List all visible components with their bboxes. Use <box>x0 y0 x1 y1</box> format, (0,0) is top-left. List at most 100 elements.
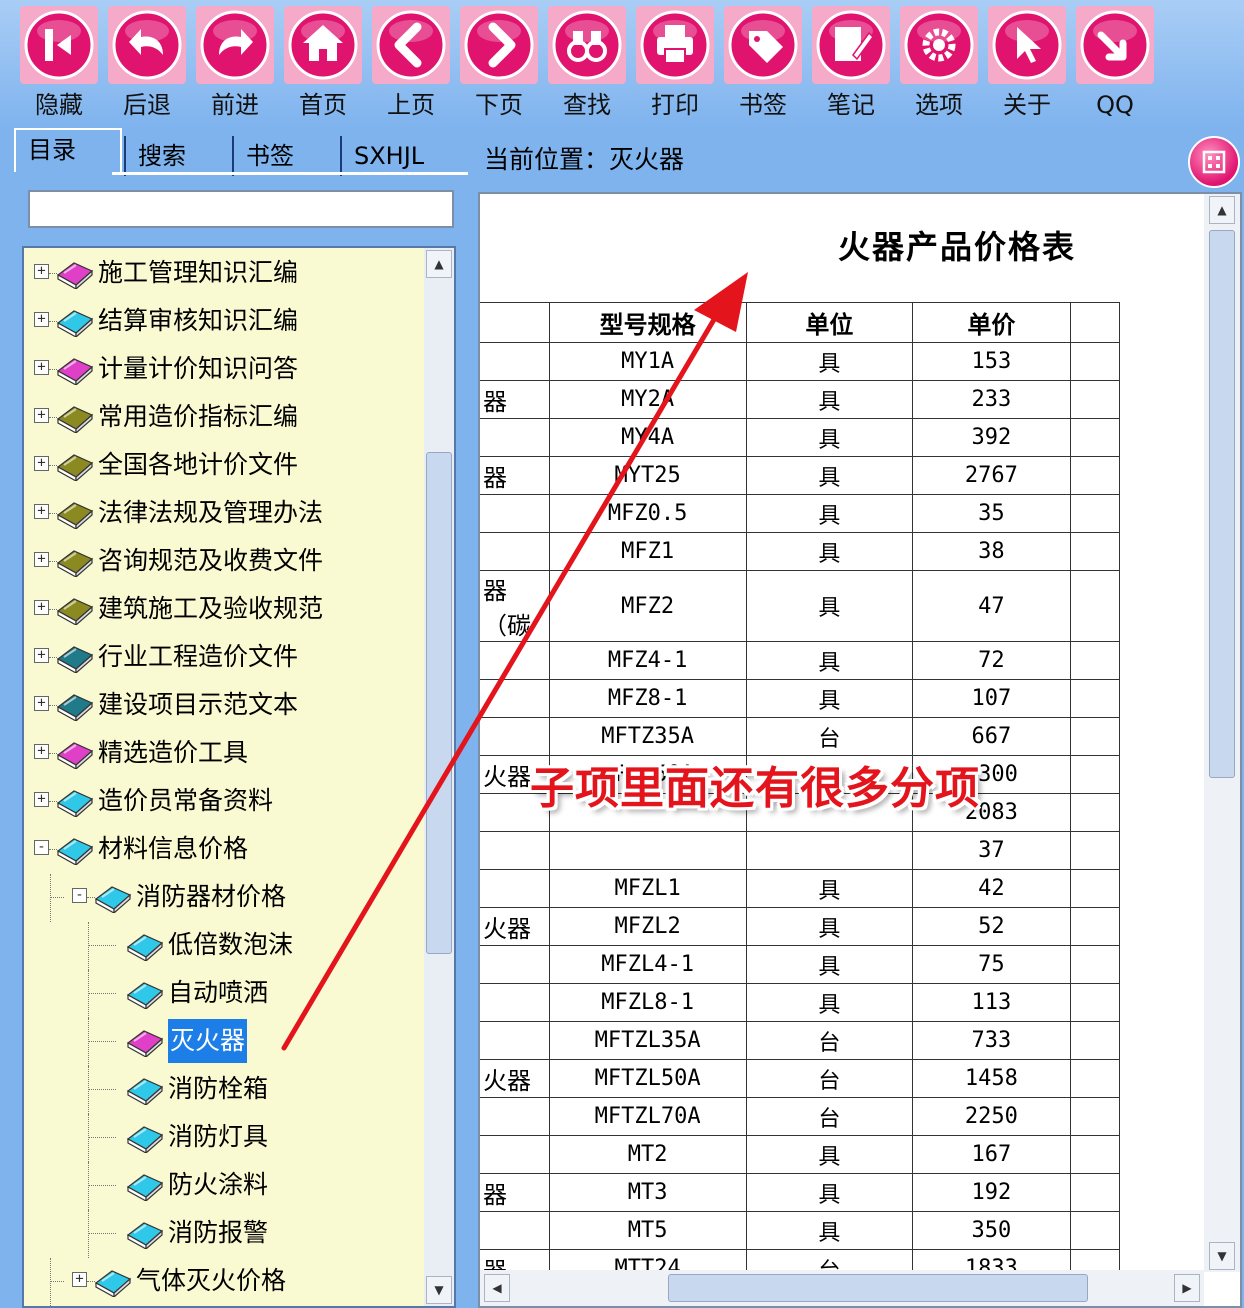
expand-icon[interactable]: + <box>34 696 49 711</box>
collapse-icon[interactable]: - <box>34 840 49 855</box>
tree-item-label: 消防报警 <box>168 1218 269 1247</box>
sync-location-button[interactable] <box>1188 136 1240 188</box>
price-cell: 733 <box>912 1021 1071 1060</box>
expand-icon[interactable]: + <box>34 456 49 471</box>
toolbar-button-12[interactable]: QQ <box>1076 6 1154 124</box>
tree-item[interactable]: 低倍数泡沫 <box>24 922 422 970</box>
tree-item[interactable]: + 行业工程造价文件 <box>24 634 422 680</box>
extra-cell <box>1069 1097 1121 1136</box>
expand-icon[interactable]: + <box>34 264 49 279</box>
tree-item[interactable]: + 计量计价知识问答 <box>24 346 422 392</box>
tree-item[interactable]: 防火涂料 <box>24 1162 422 1210</box>
tree-item[interactable]: 消防灯具 <box>24 1114 422 1162</box>
toolbar-button-9[interactable]: 笔记 <box>812 6 890 124</box>
tree-item[interactable]: + 结算审核知识汇编 <box>24 298 422 344</box>
tree-connector <box>88 1233 116 1234</box>
tree-item[interactable]: + 精选造价工具 <box>24 730 422 776</box>
doc-scroll-right-arrow[interactable]: ▶ <box>1174 1274 1200 1302</box>
expand-icon[interactable]: + <box>34 312 49 327</box>
category-cell: 器 <box>480 1173 550 1212</box>
tab-contents[interactable]: 目录 <box>14 128 122 172</box>
tree-item-label: 全国各地计价文件 <box>98 450 299 479</box>
toolbar-button-11[interactable]: 关于 <box>988 6 1066 124</box>
extra-cell <box>1069 456 1121 495</box>
binoculars-icon <box>548 6 626 84</box>
doc-scroll-down-arrow[interactable]: ▼ <box>1209 1242 1235 1270</box>
tree-connector <box>88 1210 89 1258</box>
tree-item[interactable]: + 常用造价指标汇编 <box>24 394 422 440</box>
tree-item[interactable]: + 全国各地计价文件 <box>24 442 422 488</box>
tree-item[interactable]: + 法律法规及管理办法 <box>24 490 422 536</box>
extra-cell <box>1069 1021 1121 1060</box>
toolbar-button-8[interactable]: 书签 <box>724 6 802 124</box>
toolbar-button-2[interactable]: 前进 <box>196 6 274 124</box>
category-cell <box>480 418 550 457</box>
model-cell: MT2 <box>548 1135 747 1174</box>
toolbar-button-5[interactable]: 下页 <box>460 6 538 124</box>
tree-item[interactable]: + 造价员常备资料 <box>24 778 422 824</box>
unit-cell: 具 <box>745 641 914 680</box>
expand-icon[interactable]: + <box>34 408 49 423</box>
expand-icon[interactable]: + <box>34 744 49 759</box>
navigation-panel: 目录 搜索 书签 SXHJL + 施工管理知识汇编 + 结算审核知识汇编 + 计量计价知识… <box>10 128 472 1308</box>
expand-icon[interactable]: + <box>72 1272 87 1287</box>
tree-item[interactable]: 自动喷洒 <box>24 970 422 1018</box>
table-row: 器 MY2A 具 233 <box>480 380 1121 419</box>
expand-icon[interactable]: + <box>34 360 49 375</box>
tab-sxhjl[interactable]: SXHJL <box>340 136 464 176</box>
table-row: 火器 MFZL2 具 52 <box>480 907 1121 946</box>
model-cell: MFZL4-1 <box>548 945 747 984</box>
scroll-thumb[interactable] <box>426 452 452 954</box>
toolbar-button-3[interactable]: 首页 <box>284 6 362 124</box>
toolbar-button-10[interactable]: 选项 <box>900 6 978 124</box>
price-cell: 2767 <box>912 456 1071 495</box>
tree-item[interactable]: + 建筑施工及验收规范 <box>24 586 422 632</box>
doc-hscroll-thumb[interactable] <box>668 1274 1088 1302</box>
expand-icon[interactable]: + <box>34 648 49 663</box>
doc-scroll-thumb[interactable] <box>1209 230 1235 778</box>
tree-connector <box>88 1089 116 1090</box>
tree-item[interactable]: 灭火器 <box>24 1018 422 1066</box>
expand-icon[interactable]: + <box>34 552 49 567</box>
toolbar-button-6[interactable]: 查找 <box>548 6 626 124</box>
toolbar-button-7[interactable]: 打印 <box>636 6 714 124</box>
tree-connector <box>88 1018 89 1066</box>
scroll-up-arrow[interactable]: ▲ <box>426 250 452 278</box>
tree-item[interactable]: - 材料信息价格 <box>24 826 422 872</box>
tree-item-label: 计量计价知识问答 <box>98 354 299 383</box>
scroll-down-arrow[interactable]: ▼ <box>426 1276 452 1304</box>
unit-cell: 具 <box>745 418 914 457</box>
tree-item[interactable]: + 咨询规范及收费文件 <box>24 538 422 584</box>
tree-item[interactable]: + 气体灭火价格 <box>24 1258 422 1306</box>
doc-scroll-left-arrow[interactable]: ◀ <box>484 1274 510 1302</box>
unit-cell: 台 <box>745 1059 914 1098</box>
tree-item[interactable]: - 消防器材价格 <box>24 874 422 922</box>
collapse-icon[interactable]: - <box>72 888 87 903</box>
extra-cell <box>1069 1249 1121 1272</box>
model-cell: MFZ4-1 <box>548 641 747 680</box>
tab-bookmarks[interactable]: 书签 <box>232 136 340 176</box>
tree-filter-input[interactable] <box>28 190 454 228</box>
toolbar-button-label: 打印 <box>651 91 699 119</box>
expand-icon[interactable]: + <box>34 792 49 807</box>
header-model: 型号规格 <box>548 302 747 343</box>
tree-connector <box>88 1041 116 1042</box>
doc-scroll-up-arrow[interactable]: ▲ <box>1209 196 1235 224</box>
expand-icon[interactable]: + <box>34 504 49 519</box>
expand-icon[interactable]: + <box>34 600 49 615</box>
tree-connector <box>88 945 116 946</box>
document-horizontal-scrollbar[interactable]: ◀ ▶ <box>480 1270 1204 1306</box>
toolbar-button-4[interactable]: 上页 <box>372 6 450 124</box>
toolbar-button-1[interactable]: 后退 <box>108 6 186 124</box>
unit-cell: 具 <box>745 983 914 1022</box>
extra-cell <box>1069 755 1121 794</box>
tab-search[interactable]: 搜索 <box>124 136 232 176</box>
model-cell: MFZ1 <box>548 532 747 571</box>
document-vertical-scrollbar[interactable]: ▲ ▼ <box>1204 194 1240 1272</box>
tree-item[interactable]: 消防栓箱 <box>24 1066 422 1114</box>
tree-item[interactable]: + 建设项目示范文本 <box>24 682 422 728</box>
toolbar-button-0[interactable]: 隐藏 <box>20 6 98 124</box>
tree-item[interactable]: 消防报警 <box>24 1210 422 1258</box>
tree-scrollbar[interactable]: ▲ ▼ <box>424 248 454 1306</box>
tree-item[interactable]: + 施工管理知识汇编 <box>24 250 422 296</box>
